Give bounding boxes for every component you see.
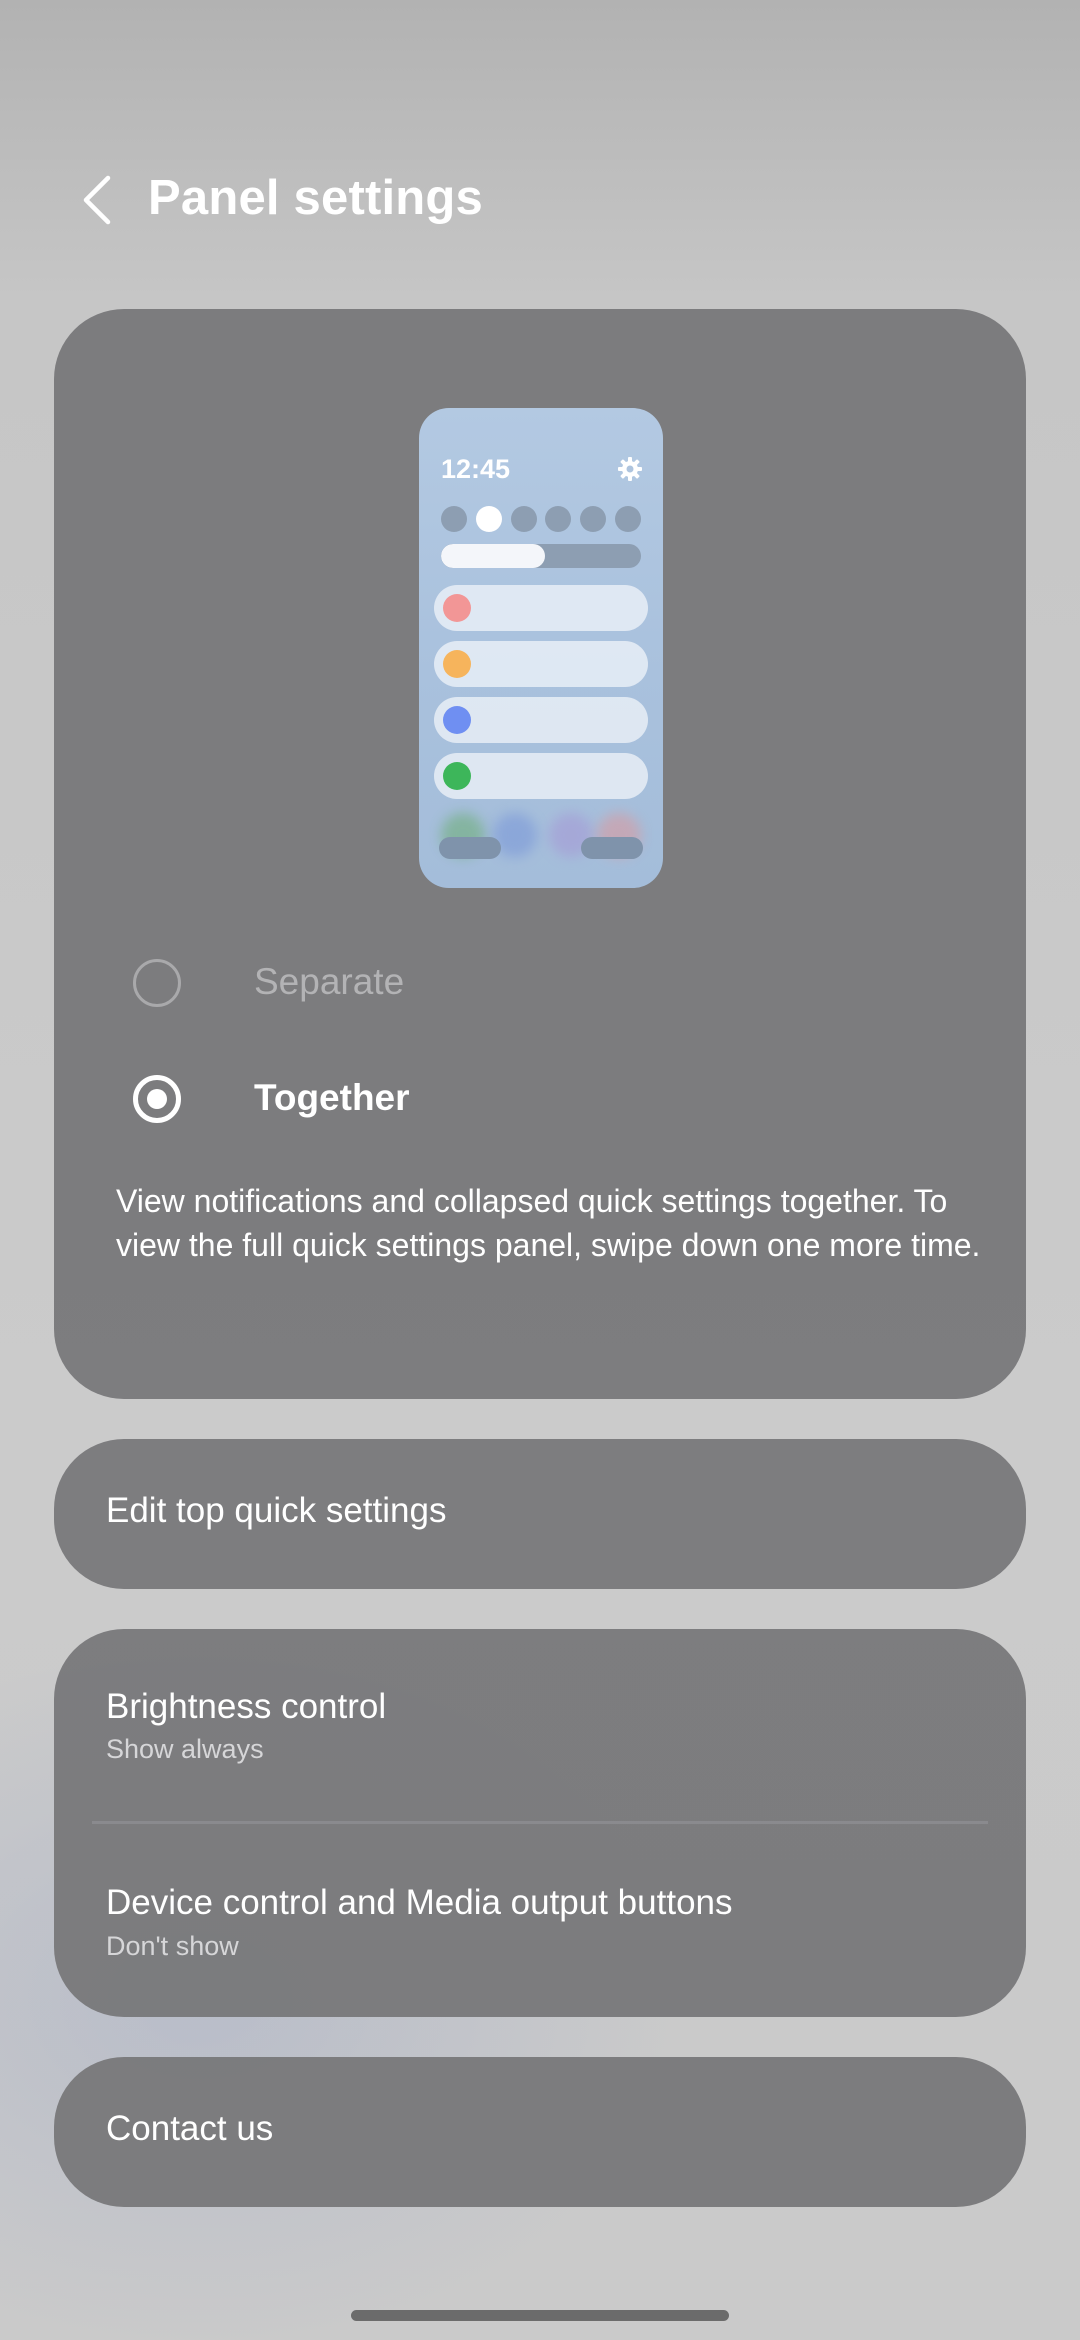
separate-radio[interactable]	[133, 959, 181, 1007]
preview-quick-toggles	[441, 506, 641, 534]
panel-layout-card: 12:45 Separate Together View notificatio…	[54, 309, 1026, 1399]
preview-brightness-slider	[441, 544, 641, 568]
option-separate[interactable]: Separate	[54, 933, 1026, 1033]
preview-bottom-blur	[439, 813, 643, 859]
device-control-media-output-label: Device control and Media output buttons	[106, 1883, 733, 1922]
home-indicator[interactable]	[351, 2310, 729, 2321]
preview-toggle	[580, 506, 607, 532]
panel-preview-image: 12:45	[419, 408, 663, 888]
brightness-control-value: Show always	[106, 1734, 264, 1764]
controls-card: Brightness control Show always Device co…	[54, 1629, 1026, 2017]
page-title: Panel settings	[148, 171, 484, 225]
preview-toggle	[614, 506, 641, 532]
preview-toggle	[441, 506, 467, 532]
preview-toggle	[545, 506, 572, 532]
layout-description: View notifications and collapsed quick s…	[116, 1183, 981, 1263]
edit-top-quick-settings-item[interactable]: Edit top quick settings	[54, 1439, 1026, 1589]
option-together[interactable]: Together	[54, 1049, 1026, 1149]
preview-pill	[581, 837, 643, 859]
preview-toggle	[510, 506, 537, 532]
preview-notification-dot	[443, 594, 471, 622]
edit-top-quick-settings-label: Edit top quick settings	[106, 1491, 447, 1530]
device-control-media-output-value: Don't show	[106, 1931, 239, 1961]
preview-brightness-fill	[441, 544, 545, 568]
preview-notification-dot	[443, 762, 471, 790]
contact-us-item[interactable]: Contact us	[54, 2057, 1026, 2207]
back-button[interactable]	[60, 162, 136, 238]
preview-notification	[434, 753, 648, 799]
preview-notification-dot	[443, 706, 471, 734]
preview-pill	[439, 837, 501, 859]
brightness-control-item[interactable]: Brightness control Show always	[54, 1629, 1026, 1821]
preview-notification	[434, 697, 648, 743]
preview-time: 12:45	[441, 454, 511, 484]
device-control-media-output-item[interactable]: Device control and Media output buttons …	[54, 1824, 1026, 2017]
gear-icon	[618, 457, 642, 481]
app-bar: Panel settings	[0, 150, 1080, 250]
chevron-left-icon	[83, 175, 111, 225]
brightness-control-label: Brightness control	[106, 1687, 387, 1726]
preview-toggle	[475, 506, 502, 532]
preview-notification-dot	[443, 650, 471, 678]
together-label: Together	[254, 1077, 410, 1118]
together-radio[interactable]	[133, 1075, 181, 1123]
separate-label: Separate	[254, 961, 405, 1002]
preview-notification	[434, 585, 648, 631]
contact-us-label: Contact us	[106, 2109, 274, 2148]
preview-notification	[434, 641, 648, 687]
